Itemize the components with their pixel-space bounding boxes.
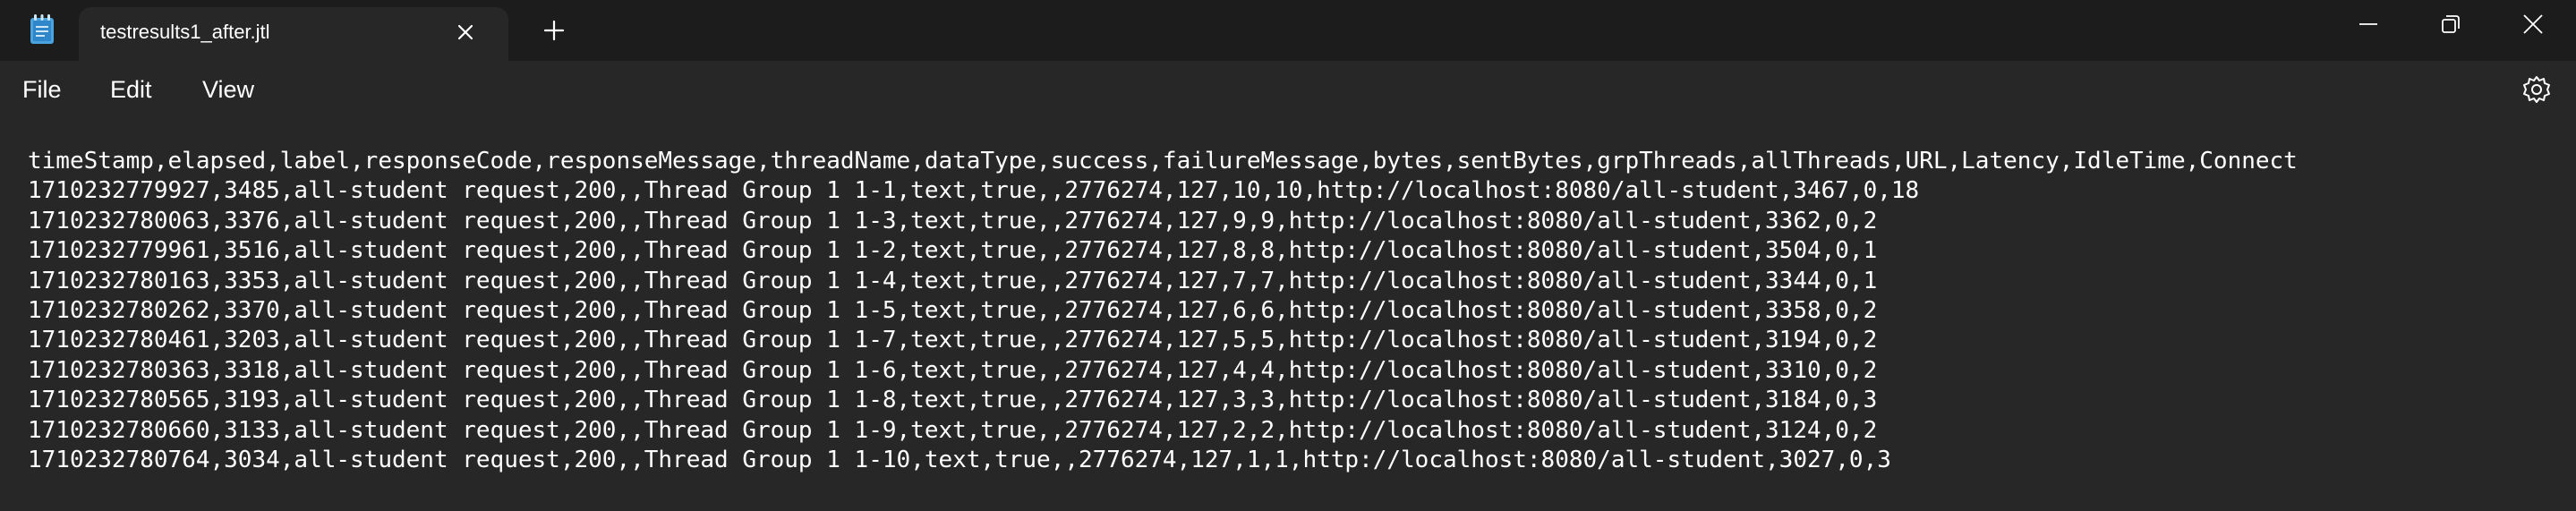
text-line: 1710232780461,3203,all-student request,2… bbox=[28, 327, 1878, 354]
gear-icon[interactable] bbox=[2521, 73, 2553, 106]
close-icon[interactable] bbox=[453, 20, 478, 45]
text-line: timeStamp,elapsed,label,responseCode,res… bbox=[28, 148, 2298, 175]
text-line: 1710232780764,3034,all-student request,2… bbox=[28, 446, 1891, 473]
notepad-window: testresults1_after.jtl File Edit View ti… bbox=[0, 0, 2576, 511]
text-line: 1710232780163,3353,all-student request,2… bbox=[28, 267, 1878, 294]
notepad-icon bbox=[30, 14, 55, 45]
editor-content: timeStamp,elapsed,label,responseCode,res… bbox=[28, 147, 2298, 475]
minimize-icon bbox=[2359, 23, 2377, 25]
tab-title: testresults1_after.jtl bbox=[100, 21, 270, 43]
title-bar: testresults1_after.jtl bbox=[0, 0, 2576, 61]
text-editor[interactable]: timeStamp,elapsed,label,responseCode,res… bbox=[0, 118, 2576, 511]
tab-testresults[interactable]: testresults1_after.jtl bbox=[79, 7, 508, 61]
close-window-button[interactable] bbox=[2492, 0, 2574, 50]
text-line: 1710232780660,3133,all-student request,2… bbox=[28, 416, 1878, 444]
text-line: 1710232780063,3376,all-student request,2… bbox=[28, 207, 1878, 234]
maximize-button[interactable] bbox=[2410, 0, 2492, 50]
text-line: 1710232780363,3318,all-student request,2… bbox=[28, 356, 1878, 384]
text-line: 1710232780565,3193,all-student request,2… bbox=[28, 387, 1878, 414]
text-line: 1710232780262,3370,all-student request,2… bbox=[28, 296, 1878, 324]
plus-icon[interactable] bbox=[542, 18, 567, 43]
close-icon bbox=[2523, 14, 2543, 34]
menu-view[interactable]: View bbox=[197, 76, 260, 104]
menu-bar: File Edit View bbox=[0, 61, 2576, 118]
restore-icon bbox=[2442, 15, 2460, 33]
text-line: 1710232779961,3516,all-student request,2… bbox=[28, 237, 1878, 265]
minimize-button[interactable] bbox=[2327, 0, 2410, 50]
text-line: 1710232779927,3485,all-student request,2… bbox=[28, 177, 1920, 205]
menu-edit[interactable]: Edit bbox=[105, 76, 158, 104]
menu-file[interactable]: File bbox=[17, 76, 67, 104]
